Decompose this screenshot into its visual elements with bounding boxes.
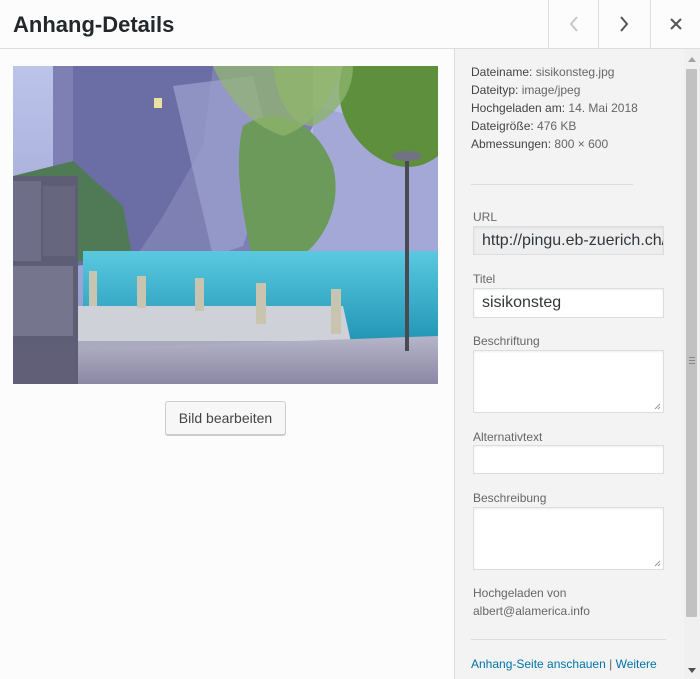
uploaded-by-label: Hochgeladen von: [473, 586, 567, 600]
caption-label: Beschriftung: [473, 334, 540, 348]
filename-value: sisikonsteg.jpg: [535, 65, 615, 79]
divider: [471, 184, 633, 185]
chevron-left-icon: [569, 16, 578, 32]
dimensions-row: Abmessungen: 800 × 600: [471, 137, 609, 151]
filesize-value: 476 KB: [537, 119, 577, 133]
resize-handle-icon[interactable]: [654, 403, 661, 410]
more-link[interactable]: Weitere: [616, 657, 657, 671]
file-details: Dateiname: sisikonsteg.jpg Dateityp: ima…: [471, 63, 651, 153]
filesize-row: Dateigröße: 476 KB: [471, 119, 577, 133]
url-field[interactable]: http://pingu.eb-zuerich.ch/wp-content/up…: [473, 226, 664, 255]
caption-textarea[interactable]: [473, 350, 664, 413]
resize-handle-icon[interactable]: [654, 560, 661, 567]
description-label: Beschreibung: [473, 491, 547, 505]
alt-text-label: Alternativtext: [473, 430, 543, 444]
link-separator: |: [609, 657, 613, 671]
close-button[interactable]: [650, 0, 700, 48]
next-button[interactable]: [598, 0, 648, 48]
uploaded-date-row: Hochgeladen am: 14. Mai 2018: [471, 101, 638, 115]
description-textarea[interactable]: [473, 507, 664, 570]
title-label: Titel: [473, 272, 496, 286]
uploaded-date-value: 14. Mai 2018: [568, 101, 638, 115]
title-field[interactable]: sisikonsteg: [473, 288, 664, 318]
attachment-details-sidebar: Dateiname: sisikonsteg.jpg Dateityp: ima…: [454, 49, 684, 679]
filetype-row: Dateityp: image/jpeg: [471, 83, 581, 97]
attachment-image: [13, 66, 438, 384]
scroll-thumb[interactable]: [686, 69, 697, 617]
scrollbar[interactable]: [684, 49, 700, 679]
url-label: URL: [473, 210, 498, 224]
alt-text-field[interactable]: [473, 445, 664, 474]
scroll-grip-icon: [689, 357, 695, 366]
uploaded-by-value: albert@alamerica.info: [473, 604, 590, 618]
modal-header: Anhang-Details: [0, 0, 700, 49]
scroll-down-arrow-icon[interactable]: [688, 668, 696, 673]
dimensions-value: 800 × 600: [554, 137, 609, 151]
view-attachment-page-link[interactable]: Anhang-Seite anschauen: [471, 657, 606, 671]
chevron-right-icon: [619, 16, 628, 32]
previous-button[interactable]: [548, 0, 598, 48]
divider: [471, 639, 666, 640]
attachment-actions: Anhang-Seite anschauen | Weitere: [471, 657, 657, 671]
filetype-value: image/jpeg: [521, 83, 581, 97]
emblem-icon: [154, 98, 162, 108]
filename-row: Dateiname: sisikonsteg.jpg: [471, 65, 615, 79]
scroll-up-arrow-icon[interactable]: [688, 57, 696, 62]
attachment-preview: Bild bearbeiten: [0, 49, 454, 679]
edit-image-button[interactable]: Bild bearbeiten: [165, 401, 286, 435]
close-icon: [669, 18, 682, 30]
page-title: Anhang-Details: [13, 12, 175, 37]
